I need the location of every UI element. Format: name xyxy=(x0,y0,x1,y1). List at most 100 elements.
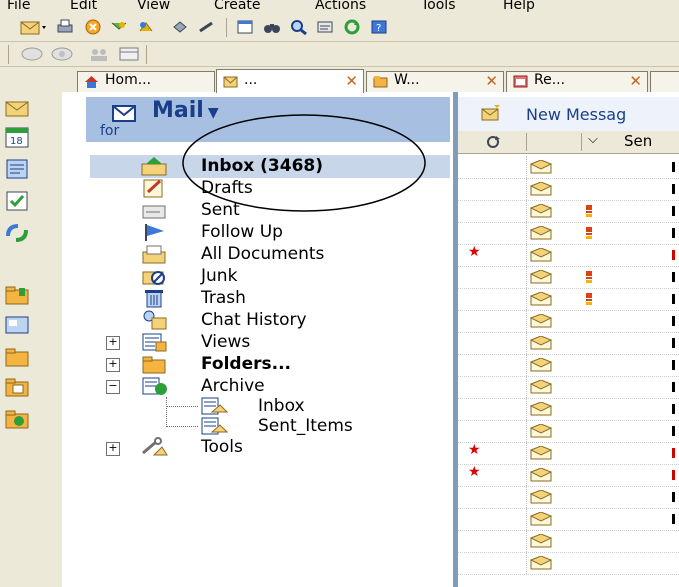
folder-archive[interactable]: Archive xyxy=(201,376,265,396)
message-row[interactable] xyxy=(458,354,679,377)
message-row[interactable] xyxy=(458,552,679,575)
priority-icon xyxy=(586,293,592,305)
refresh-column-icon[interactable] xyxy=(476,135,510,149)
message-row[interactable] xyxy=(458,332,679,355)
row-divider xyxy=(526,266,528,288)
close-tab-icon[interactable]: ✕ xyxy=(629,72,642,90)
message-envelope-icon xyxy=(530,402,552,416)
message-row[interactable]: ★ xyxy=(458,464,679,487)
help-icon[interactable]: ? xyxy=(370,19,388,35)
stop-icon[interactable] xyxy=(84,19,102,35)
folder-all-documents[interactable]: All Documents xyxy=(201,244,324,264)
message-row[interactable]: ★ xyxy=(458,442,679,465)
folder-archive-sent-items[interactable]: Sent_Items xyxy=(258,416,353,436)
bookmark-todo-icon[interactable] xyxy=(4,190,30,212)
message-row[interactable] xyxy=(458,178,679,201)
bookmark-contacts-icon[interactable] xyxy=(4,158,30,180)
row-divider xyxy=(526,354,528,376)
message-row[interactable] xyxy=(458,266,679,289)
row-marker xyxy=(672,404,675,414)
menu-edit[interactable]: Edit xyxy=(70,0,97,13)
follow-up-flag-icon xyxy=(145,224,164,241)
chat-bubble-icon[interactable] xyxy=(20,46,44,62)
close-tab-icon[interactable]: ✕ xyxy=(345,72,358,90)
message-envelope-icon xyxy=(530,534,552,548)
message-row[interactable]: ★ xyxy=(458,244,679,267)
mark-read-icon[interactable] xyxy=(171,19,189,35)
message-row[interactable] xyxy=(458,222,679,245)
message-row[interactable] xyxy=(458,288,679,311)
row-marker xyxy=(672,360,675,370)
contacts-icon[interactable] xyxy=(88,46,110,62)
folder-trash[interactable]: Trash xyxy=(201,288,246,308)
row-marker xyxy=(672,272,675,282)
message-row[interactable] xyxy=(458,200,679,223)
message-row[interactable] xyxy=(458,420,679,443)
row-marker xyxy=(672,338,675,348)
menu-create[interactable]: Create xyxy=(214,0,261,13)
column-header-sender[interactable]: Sen xyxy=(624,132,652,150)
new-message-icon[interactable] xyxy=(480,104,502,122)
message-envelope-icon xyxy=(530,336,552,350)
message-row[interactable] xyxy=(458,530,679,553)
chevron-down-icon[interactable]: ⌵ xyxy=(588,132,598,147)
tab-home[interactable]: Hom... xyxy=(77,71,215,92)
close-tab-icon[interactable]: ✕ xyxy=(485,72,498,90)
folder-folders[interactable]: Folders... xyxy=(201,354,291,374)
message-row[interactable] xyxy=(458,376,679,399)
tab-mail[interactable]: ... ✕ xyxy=(216,69,364,93)
row-marker xyxy=(672,514,675,524)
message-row[interactable] xyxy=(458,398,679,421)
menu-view[interactable]: View xyxy=(137,0,170,13)
chat-people-icon[interactable] xyxy=(50,46,74,62)
menu-actions[interactable]: Actions xyxy=(315,0,366,13)
folder-tools[interactable]: Tools xyxy=(201,437,243,457)
message-row[interactable] xyxy=(458,156,679,179)
trash-icon xyxy=(145,290,163,308)
message-row[interactable] xyxy=(458,486,679,509)
message-row[interactable] xyxy=(458,508,679,531)
reply-icon[interactable] xyxy=(137,19,155,35)
tab-overflow[interactable] xyxy=(650,71,679,92)
priority-icon xyxy=(586,271,592,283)
folder-chat-history[interactable]: Chat History xyxy=(201,310,307,330)
search-icon[interactable] xyxy=(290,19,308,35)
folder-archive-inbox[interactable]: Inbox xyxy=(258,396,305,416)
new-message-button[interactable]: New Messag xyxy=(526,105,626,124)
pen-icon[interactable] xyxy=(198,19,216,35)
bookmark-databases-icon[interactable] xyxy=(4,376,30,398)
row-marker xyxy=(672,470,675,480)
tab-replication-label: Re... xyxy=(534,72,566,88)
star-icon[interactable]: ★ xyxy=(468,464,481,480)
collapse-archive-icon[interactable]: − xyxy=(106,380,120,394)
expand-views-icon[interactable]: + xyxy=(106,336,120,350)
bookmark-calendar-icon[interactable]: 18 xyxy=(4,126,30,148)
menu-file[interactable]: File xyxy=(7,0,30,13)
bookmark-replicator-icon[interactable] xyxy=(4,222,30,244)
tab-workspace[interactable]: W... ✕ xyxy=(366,71,504,92)
folder-follow-up[interactable]: Follow Up xyxy=(201,222,283,242)
star-icon[interactable]: ★ xyxy=(468,244,481,260)
refresh-icon[interactable] xyxy=(343,19,361,35)
bookmark-folder-icon[interactable] xyxy=(4,284,30,306)
calendar-small-icon[interactable] xyxy=(118,46,140,62)
folder-junk[interactable]: Junk xyxy=(201,266,237,286)
tab-replication[interactable]: Re... ✕ xyxy=(506,71,648,92)
menu-tools[interactable]: Tools xyxy=(421,0,456,13)
folder-views[interactable]: Views xyxy=(201,332,250,352)
bookmark-internet-icon[interactable] xyxy=(4,408,30,430)
expand-folders-icon[interactable]: + xyxy=(106,358,120,372)
expand-tools-icon[interactable]: + xyxy=(106,442,120,456)
bookmark-mail-icon[interactable] xyxy=(4,96,30,118)
forward-icon[interactable] xyxy=(110,19,128,35)
view-icon[interactable] xyxy=(316,19,334,35)
find-binoculars-icon[interactable] xyxy=(263,19,281,35)
print-icon[interactable] xyxy=(56,19,74,35)
bookmark-workspace-icon[interactable] xyxy=(4,314,30,336)
message-row[interactable] xyxy=(458,310,679,333)
window-icon[interactable] xyxy=(236,19,254,35)
star-icon[interactable]: ★ xyxy=(468,442,481,458)
new-mail-icon[interactable] xyxy=(20,19,48,35)
bookmark-applications-icon[interactable] xyxy=(4,346,30,368)
menu-help[interactable]: Help xyxy=(503,0,535,13)
